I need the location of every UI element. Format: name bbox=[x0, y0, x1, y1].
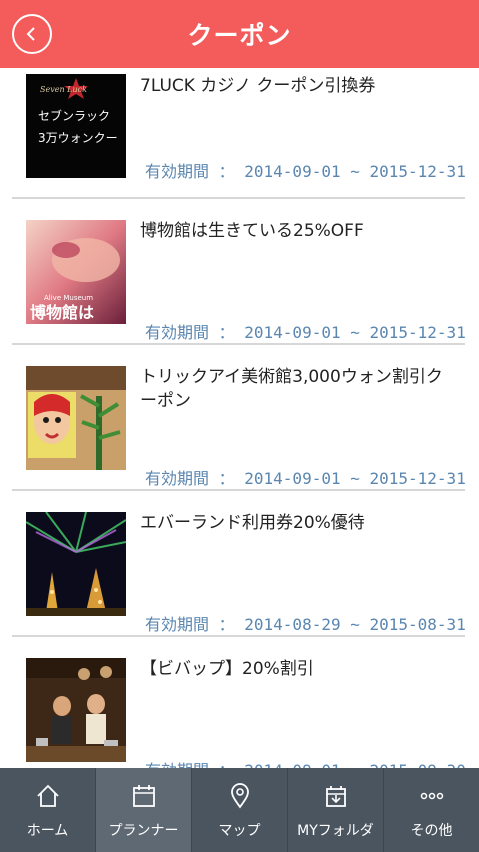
coupon-thumbnail bbox=[26, 658, 126, 762]
thumb-brand: Alive Museum bbox=[44, 294, 93, 302]
tab-label: その他 bbox=[410, 823, 453, 839]
tab-planner[interactable]: プランナー bbox=[96, 768, 192, 852]
coupon-period: 有効期間 ： 2014-09-01 ~ 2015-12-31 bbox=[145, 469, 466, 488]
page-title: クーポン bbox=[187, 21, 292, 50]
thumb-brand: Seven Luck bbox=[40, 85, 87, 94]
home-icon bbox=[34, 782, 62, 810]
coupon-item-trick-eye[interactable]: トリックアイ美術館3,000ウォン割引クーポン 有効期間 ： 2014-09-0… bbox=[0, 345, 479, 491]
coupon-name: 7LUCK カジノ クーポン引換券 bbox=[140, 76, 376, 96]
tab-map[interactable]: マップ bbox=[192, 768, 288, 852]
coupon-item-alive-museum[interactable]: Alive Museum 博物館は 博物館は生きている25%OFF 有効期間 ：… bbox=[0, 199, 479, 345]
bottom-tab-bar: ホーム プランナー マップ MYフォルダ その他 bbox=[0, 768, 479, 852]
coupon-period: 有効期間 ： 2014-09-01 ~ 2015-12-31 bbox=[145, 162, 466, 181]
coupon-thumbnail: Alive Museum 博物館は bbox=[26, 220, 126, 324]
folder-icon bbox=[322, 782, 350, 810]
tab-label: マップ bbox=[218, 823, 261, 839]
coupon-name: エバーランド利用券20%優待 bbox=[140, 513, 365, 533]
tab-label: ホーム bbox=[26, 823, 69, 839]
coupon-item-7luck[interactable]: Seven Luck セブンラック 3万ウォンクー 7LUCK カジノ クーポン… bbox=[0, 68, 479, 199]
map-pin-icon bbox=[226, 782, 254, 810]
tab-myfolder[interactable]: MYフォルダ bbox=[288, 768, 384, 852]
header-bar: クーポン bbox=[0, 0, 479, 68]
coupon-thumbnail bbox=[26, 512, 126, 616]
coupon-name: 【ビバップ】20%割引 bbox=[140, 659, 314, 679]
coupon-thumbnail: Seven Luck セブンラック 3万ウォンクー bbox=[26, 74, 126, 178]
coupon-list[interactable]: Seven Luck セブンラック 3万ウォンクー 7LUCK カジノ クーポン… bbox=[0, 68, 479, 768]
tab-home[interactable]: ホーム bbox=[0, 768, 96, 852]
thumb-text: 博物館は bbox=[30, 303, 94, 322]
coupon-name: 博物館は生きている25%OFF bbox=[140, 221, 364, 241]
thumb-text: 3万ウォンクー bbox=[38, 131, 118, 145]
coupon-item-everland[interactable]: エバーランド利用券20%優待 有効期間 ： 2014-08-29 ~ 2015-… bbox=[0, 491, 479, 637]
tab-label: プランナー bbox=[108, 823, 179, 839]
coupon-period: 有効期間 ： 2014-08-29 ~ 2015-08-31 bbox=[145, 615, 466, 634]
thumb-text: セブンラック bbox=[38, 108, 110, 123]
coupon-item-bibap[interactable]: 【ビバップ】20%割引 有効期間 ： 2014-09-01 ~ 2015-09-… bbox=[0, 637, 479, 768]
calendar-icon bbox=[130, 782, 158, 810]
coupon-thumbnail bbox=[26, 366, 126, 470]
tab-other[interactable]: その他 bbox=[384, 768, 479, 852]
tab-label: MYフォルダ bbox=[297, 823, 374, 839]
coupon-period: 有効期間 ： 2014-09-01 ~ 2015-09-30 bbox=[145, 757, 466, 768]
back-button[interactable] bbox=[12, 14, 52, 54]
more-icon bbox=[418, 782, 446, 810]
coupon-name: トリックアイ美術館3,000ウォン割引クーポン bbox=[140, 367, 443, 411]
chevron-left-icon bbox=[26, 27, 35, 41]
coupon-period: 有効期間 ： 2014-09-01 ~ 2015-12-31 bbox=[145, 323, 466, 342]
